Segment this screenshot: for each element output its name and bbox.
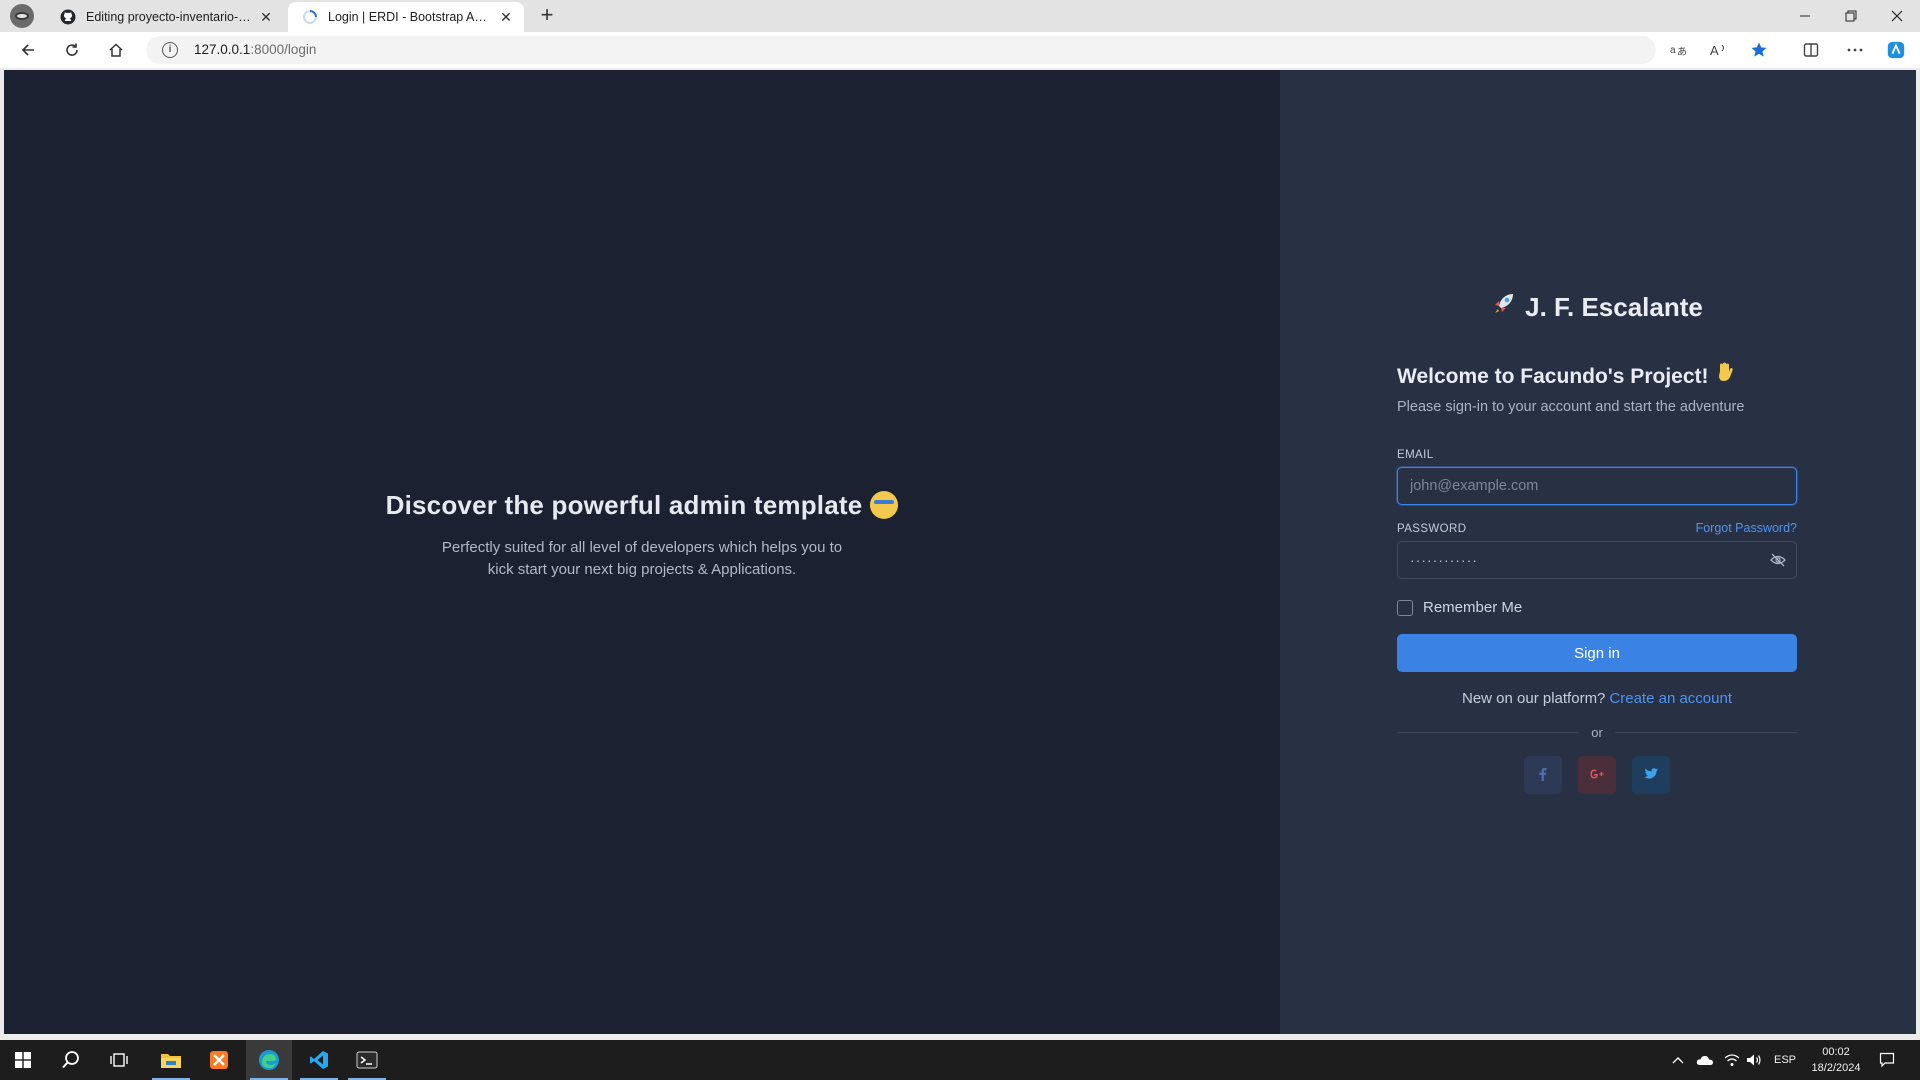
clock-time: 00:02 <box>1822 1046 1850 1058</box>
back-button[interactable] <box>14 38 42 62</box>
signup-prompt-text: New on our platform? <box>1462 690 1606 707</box>
read-aloud-icon[interactable]: A <box>1709 40 1729 60</box>
brand-logo[interactable]: J. F. Escalante <box>1397 290 1797 323</box>
hero-subtitle: Perfectly suited for all level of develo… <box>441 539 843 578</box>
search-button[interactable] <box>48 1040 94 1080</box>
restore-button[interactable] <box>1828 0 1874 32</box>
notifications-icon[interactable] <box>1879 1040 1895 1080</box>
show-hidden-icons-button[interactable] <box>1672 1040 1684 1080</box>
welcome-heading: Welcome to Facundo's Project! <box>1397 361 1797 389</box>
more-options-icon[interactable] <box>1845 40 1865 60</box>
new-tab-button[interactable]: + <box>534 4 560 28</box>
or-divider: or <box>1397 725 1797 740</box>
forgot-password-link[interactable]: Forgot Password? <box>1696 521 1797 535</box>
loading-icon <box>302 9 318 25</box>
close-tab-icon[interactable]: ✕ <box>498 9 514 25</box>
profile-avatar[interactable] <box>10 4 34 28</box>
password-label-row: PASSWORD Forgot Password? <box>1397 521 1797 535</box>
divider-text: or <box>1591 725 1603 740</box>
file-explorer-taskbar-icon[interactable] <box>148 1040 194 1080</box>
remember-me-label[interactable]: Remember Me <box>1423 599 1522 616</box>
cool-face-icon <box>870 491 899 519</box>
email-label: EMAIL <box>1397 449 1434 461</box>
remember-me-checkbox[interactable] <box>1397 599 1413 616</box>
sign-in-button[interactable]: Sign in <box>1397 634 1797 672</box>
url-text[interactable]: 127.0.0.1:8000/login <box>194 42 316 57</box>
volume-icon[interactable] <box>1746 1040 1762 1080</box>
toggle-password-visibility-icon[interactable] <box>1770 553 1786 567</box>
home-button[interactable] <box>102 38 130 62</box>
github-icon <box>60 9 76 25</box>
password-mask: ············ <box>1410 552 1478 568</box>
close-tab-icon[interactable]: ✕ <box>258 9 274 25</box>
facebook-login-button[interactable] <box>1524 756 1562 794</box>
login-panel: J. F. Escalante Welcome to Facundo's Pro… <box>1280 70 1916 1034</box>
browser-toolbar: i 127.0.0.1:8000/login aあ A <box>0 32 1920 68</box>
split-screen-icon[interactable] <box>1801 40 1821 60</box>
signup-prompt: New on our platform? Create an account <box>1397 690 1797 707</box>
intro-text: Please sign-in to your account and start… <box>1397 399 1745 415</box>
address-bar[interactable]: i 127.0.0.1:8000/login <box>146 36 1656 64</box>
minimize-button[interactable] <box>1782 0 1828 32</box>
svg-text:a: a <box>1670 45 1676 56</box>
browser-tab-strip: Editing proyecto-inventario-de-e ✕ Login… <box>0 0 1920 32</box>
close-window-button[interactable] <box>1874 0 1920 32</box>
remember-me-row: Remember Me <box>1397 599 1797 616</box>
password-label: PASSWORD <box>1397 523 1467 535</box>
google-plus-login-button[interactable] <box>1578 756 1616 794</box>
social-login-buttons <box>1397 756 1797 794</box>
password-field[interactable]: ············ <box>1397 541 1797 579</box>
rocket-icon <box>1491 290 1517 323</box>
system-clock[interactable]: 00:02 18/2/2024 <box>1808 1044 1864 1076</box>
translate-icon[interactable]: aあ <box>1669 40 1689 60</box>
network-icon[interactable] <box>1724 1040 1740 1080</box>
waving-hand-icon <box>1715 361 1735 389</box>
onedrive-icon[interactable] <box>1696 1040 1714 1080</box>
svg-text:A: A <box>1710 43 1719 58</box>
task-view-button[interactable] <box>96 1040 142 1080</box>
tab-title: Login | ERDI - Bootstrap Admin T <box>328 10 492 24</box>
google-plus-icon <box>1589 768 1605 783</box>
site-info-icon[interactable]: i <box>162 42 178 58</box>
email-field[interactable] <box>1398 468 1796 504</box>
tab-github-editing[interactable]: Editing proyecto-inventario-de-e ✕ <box>46 2 284 32</box>
start-button[interactable] <box>0 1040 46 1080</box>
vscode-taskbar-icon[interactable] <box>296 1040 342 1080</box>
page-viewport: Discover the powerful admin template Per… <box>4 70 1916 1034</box>
create-account-link[interactable]: Create an account <box>1609 690 1732 707</box>
facebook-icon <box>1539 767 1547 784</box>
tab-title: Editing proyecto-inventario-de-e <box>86 10 252 24</box>
illustration-panel: Discover the powerful admin template Per… <box>4 70 1280 1034</box>
edge-taskbar-icon[interactable] <box>246 1040 292 1080</box>
brand-name: J. F. Escalante <box>1525 292 1703 322</box>
hero-section: Discover the powerful admin template Per… <box>4 490 1280 581</box>
xampp-taskbar-icon[interactable] <box>196 1040 242 1080</box>
terminal-taskbar-icon[interactable] <box>344 1040 390 1080</box>
svg-text:あ: あ <box>1677 46 1687 58</box>
clock-date: 18/2/2024 <box>1811 1062 1861 1074</box>
favorite-star-icon[interactable] <box>1749 40 1769 60</box>
windows-taskbar: ESP 00:02 18/2/2024 <box>0 1040 1920 1080</box>
login-form: J. F. Escalante Welcome to Facundo's Pro… <box>1397 290 1797 794</box>
twitter-login-button[interactable] <box>1632 756 1670 794</box>
email-input-wrapper <box>1397 467 1797 505</box>
copilot-icon[interactable] <box>1886 40 1906 60</box>
hero-title: Discover the powerful admin template <box>4 490 1280 521</box>
tab-login-active[interactable]: Login | ERDI - Bootstrap Admin T ✕ <box>288 2 524 32</box>
twitter-icon <box>1644 767 1658 783</box>
refresh-button[interactable] <box>58 38 86 62</box>
input-language[interactable]: ESP <box>1774 1040 1796 1080</box>
